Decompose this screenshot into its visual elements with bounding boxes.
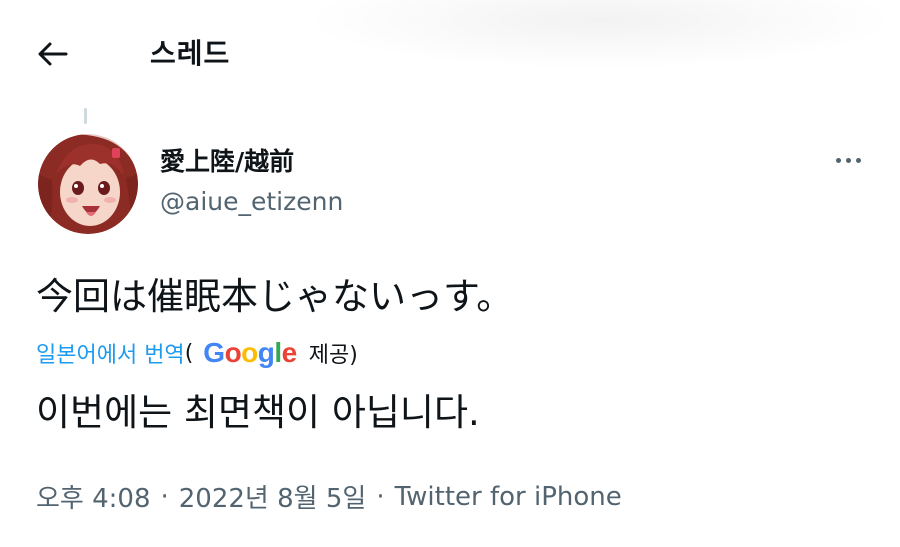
meta-separator: ·: [160, 481, 169, 512]
google-logo: Google: [203, 337, 297, 368]
more-horizontal-icon-dot: [855, 157, 861, 163]
tweet-meta: 오후 4:08 · 2022년 8월 5일 · Twitter for iPho…: [36, 478, 622, 515]
author-display-name[interactable]: 愛上陸/越前: [160, 142, 294, 178]
page-title: 스레드: [150, 37, 231, 70]
meta-separator: ·: [376, 481, 385, 512]
thread-connector-line: [84, 108, 87, 124]
author-handle[interactable]: @aiue_etizenn: [160, 187, 343, 216]
arrow-left-icon: [38, 42, 68, 66]
provided-by-label: 제공): [308, 343, 358, 368]
more-horizontal-icon: [835, 157, 841, 163]
anime-avatar-image: [38, 134, 138, 234]
tweet-time[interactable]: 오후 4:08: [36, 478, 151, 515]
back-button[interactable]: [30, 34, 74, 74]
more-options-button[interactable]: [826, 146, 870, 174]
translation-attribution: 일본어에서 번역 ( Google 제공): [36, 336, 358, 370]
translated-tweet-text: 이번에는 최면책이 아닙니다.: [36, 391, 480, 434]
tweet-date[interactable]: 2022년 8월 5일: [179, 478, 367, 515]
open-paren: (: [184, 340, 194, 366]
more-horizontal-icon-dot: [845, 157, 851, 163]
avatar[interactable]: [38, 134, 138, 234]
translation-link[interactable]: 일본어에서 번역: [36, 337, 185, 369]
thread-header: 스레드: [0, 0, 900, 100]
tweet-text: 今回は催眠本じゃないっす。: [36, 275, 514, 318]
tweet-source[interactable]: Twitter for iPhone: [395, 482, 622, 512]
